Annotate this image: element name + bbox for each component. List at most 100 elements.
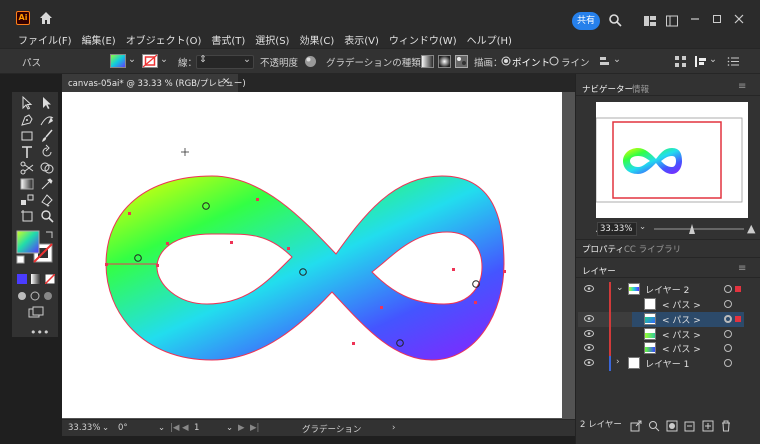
first-artboard-icon[interactable]: |◀ <box>170 423 179 433</box>
transform-icon[interactable] <box>674 55 687 68</box>
direct-selection-tool-icon[interactable] <box>39 95 55 111</box>
layer-row[interactable]: › レイヤー 1 <box>578 356 744 371</box>
layer-name[interactable]: < パス > <box>662 342 701 355</box>
navigator-zoom-slider[interactable] <box>654 228 744 230</box>
tab-properties[interactable]: プロパティ <box>582 243 624 255</box>
infinity-artwork[interactable] <box>62 92 562 418</box>
zoom-dropdown-icon[interactable]: ⌄ <box>102 423 109 433</box>
freeform-gradient-icon[interactable] <box>455 55 468 68</box>
layer-name[interactable]: レイヤー 2 <box>645 283 689 296</box>
zoom-level[interactable]: 33.33% <box>68 423 100 433</box>
visibility-eye-icon[interactable] <box>584 359 594 366</box>
arrange-dropdown-icon[interactable]: ⌄ <box>709 54 717 65</box>
radial-gradient-icon[interactable] <box>438 55 451 68</box>
visibility-eye-icon[interactable] <box>584 344 594 351</box>
maximize-icon[interactable] <box>710 12 724 26</box>
last-artboard-icon[interactable]: ▶| <box>250 423 259 433</box>
layer-row[interactable]: < パス > <box>578 327 744 342</box>
layer-name[interactable]: < パス > <box>662 313 701 326</box>
menu-edit[interactable]: 編集(E) <box>82 32 116 47</box>
eyedropper-tool-icon[interactable] <box>39 176 55 192</box>
opacity-label[interactable]: 不透明度 <box>260 55 298 69</box>
artboard-dropdown-icon[interactable]: ⌄ <box>226 423 233 433</box>
panel-icon[interactable] <box>665 14 679 28</box>
live-paint-tool-icon[interactable] <box>39 192 55 208</box>
layer-row[interactable]: < パス > <box>578 297 744 312</box>
align-icon[interactable] <box>598 55 611 68</box>
color-mode-icon[interactable] <box>17 274 27 284</box>
selection-indicator[interactable] <box>735 286 741 292</box>
artboard[interactable] <box>62 92 562 418</box>
navigator-preview[interactable] <box>595 102 748 218</box>
layer-name[interactable]: < パス > <box>662 298 701 311</box>
stroke-dropdown-icon[interactable]: ⌄ <box>160 54 168 65</box>
navigator-zoom-in-icon[interactable]: ▲ <box>747 222 755 235</box>
menu-view[interactable]: 表示(V) <box>344 32 379 47</box>
scissors-tool-icon[interactable] <box>19 160 35 176</box>
layers-menu-icon[interactable]: ≡ <box>738 263 746 274</box>
layer-name[interactable]: レイヤー 1 <box>645 357 689 370</box>
prev-artboard-icon[interactable]: ◀ <box>182 423 189 433</box>
navigator-menu-icon[interactable]: ≡ <box>738 81 746 92</box>
target-circle-icon[interactable] <box>724 300 732 308</box>
tab-navigator[interactable]: ナビゲーター <box>582 83 633 95</box>
tab-layers[interactable]: レイヤー <box>582 265 616 277</box>
shape-builder-tool-icon[interactable] <box>39 160 55 176</box>
navigator-zoom-dropdown-icon[interactable]: ⌄ <box>639 222 646 232</box>
more-options-icon[interactable] <box>727 55 740 68</box>
menu-help[interactable]: ヘルプ(H) <box>467 32 512 47</box>
share-button[interactable]: 共有 <box>572 12 600 30</box>
fill-swatch[interactable] <box>110 54 126 68</box>
next-artboard-icon[interactable]: ▶ <box>238 423 245 433</box>
pen-tool-icon[interactable] <box>19 112 35 128</box>
zoom-tool-icon[interactable] <box>39 208 55 224</box>
more-tools-icon[interactable]: ••• <box>30 326 49 339</box>
close-icon[interactable] <box>732 12 746 26</box>
screen-mode-icon[interactable] <box>28 306 44 318</box>
infinity-path[interactable] <box>105 175 505 361</box>
recolor-artwork-icon[interactable] <box>304 55 317 68</box>
menu-file[interactable]: ファイル(F) <box>18 32 72 47</box>
stroke-weight-dropdown-icon[interactable]: ⌄ <box>243 54 251 65</box>
blend-tool-icon[interactable] <box>19 192 35 208</box>
rotation-dropdown-icon[interactable]: ⌄ <box>158 423 165 433</box>
artboard-tool-icon[interactable] <box>19 208 35 224</box>
export-icon[interactable] <box>630 420 642 432</box>
rectangle-tool-icon[interactable] <box>19 128 35 144</box>
fill-dropdown-icon[interactable]: ⌄ <box>128 54 136 65</box>
menu-effect[interactable]: 効果(C) <box>299 32 334 47</box>
fill-stroke-swatches[interactable] <box>16 230 56 268</box>
document-tab[interactable]: canvas-05ai* @ 33.33 % (RGB/プレビュー) × <box>62 74 246 92</box>
align-dropdown-icon[interactable]: ⌄ <box>613 54 621 65</box>
status-menu-icon[interactable]: › <box>392 423 395 433</box>
lines-radio[interactable] <box>549 56 559 66</box>
visibility-eye-icon[interactable] <box>584 315 594 322</box>
target-circle-icon[interactable] <box>724 330 732 338</box>
locate-object-icon[interactable] <box>648 420 660 432</box>
lines-option-label[interactable]: ライン <box>561 55 590 69</box>
none-mode-icon[interactable] <box>45 274 55 284</box>
layer-name[interactable]: < パス > <box>662 328 701 341</box>
menu-object[interactable]: オブジェクト(O) <box>126 32 202 47</box>
linear-gradient-icon[interactable] <box>421 55 434 68</box>
draw-modes-icon[interactable] <box>17 290 55 302</box>
curvature-tool-icon[interactable] <box>39 112 55 128</box>
stroke-stepper-icon[interactable]: ⇕ <box>199 54 207 65</box>
close-tab-icon[interactable]: × <box>222 76 230 87</box>
selection-indicator[interactable] <box>735 316 741 322</box>
visibility-eye-icon[interactable] <box>584 330 594 337</box>
menu-type[interactable]: 書式(T) <box>211 32 245 47</box>
artboard-number[interactable]: 1 <box>194 423 199 433</box>
expand-chevron-icon[interactable]: ⌄ <box>616 283 624 293</box>
layer-row[interactable]: ⌄ レイヤー 2 <box>578 282 744 297</box>
type-tool-icon[interactable] <box>19 144 35 160</box>
menu-window[interactable]: ウィンドウ(W) <box>389 32 457 47</box>
search-icon[interactable] <box>608 13 622 27</box>
target-circle-icon[interactable] <box>724 315 732 323</box>
clipping-mask-icon[interactable] <box>666 420 678 432</box>
tab-info[interactable]: 情報 <box>632 83 649 95</box>
points-option-label[interactable]: ポイント <box>512 55 550 69</box>
gradient-tool-icon[interactable] <box>19 176 35 192</box>
delete-layer-icon[interactable] <box>720 420 732 432</box>
menu-select[interactable]: 選択(S) <box>255 32 289 47</box>
